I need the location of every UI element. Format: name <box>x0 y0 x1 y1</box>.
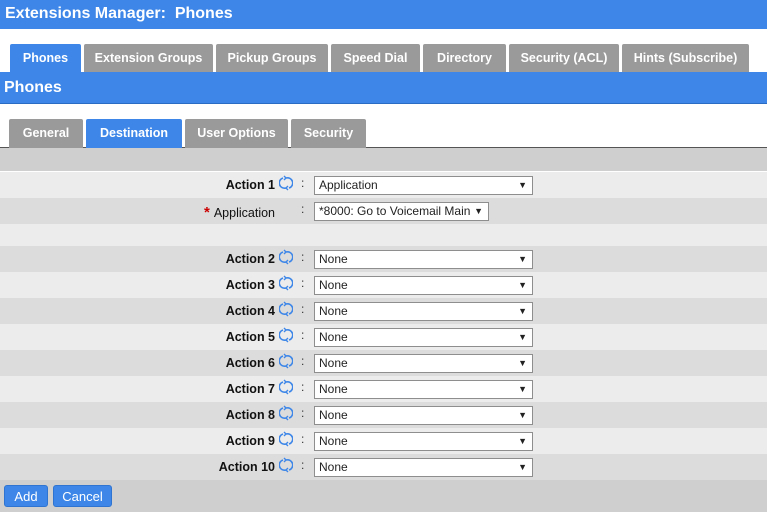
tab-general[interactable]: General <box>9 119 83 148</box>
select-value: None <box>319 304 348 318</box>
select-value: None <box>319 434 348 448</box>
select-value: Application <box>319 178 378 192</box>
action-select[interactable]: None ▼ <box>314 328 533 347</box>
dropdown-arrow-icon: ▼ <box>518 332 527 342</box>
action-select[interactable]: None ▼ <box>314 250 533 269</box>
section-title: Phones <box>0 72 767 104</box>
dropdown-arrow-icon: ▼ <box>518 384 527 394</box>
dropdown-arrow-icon: ▼ <box>518 180 527 190</box>
action-select[interactable]: None ▼ <box>314 354 533 373</box>
refresh-icon[interactable] <box>279 175 293 191</box>
action-label: Action 1 <box>225 178 275 192</box>
tab-extension-groups[interactable]: Extension Groups <box>84 44 213 72</box>
action-select[interactable]: None ▼ <box>314 302 533 321</box>
dropdown-arrow-icon: ▼ <box>518 410 527 420</box>
add-button[interactable]: Add <box>4 485 48 507</box>
action-label: Action 10 <box>218 460 275 474</box>
label-colon: : <box>301 406 305 420</box>
action-label: Action 6 <box>225 356 275 370</box>
refresh-icon[interactable] <box>279 405 293 421</box>
action-select[interactable]: None ▼ <box>314 432 533 451</box>
form-footer: Add Cancel <box>0 480 767 512</box>
application-label: * Application <box>204 204 275 221</box>
action-label: Action 4 <box>225 304 275 318</box>
refresh-icon[interactable] <box>279 249 293 265</box>
action-row: Action 2 : None ▼ <box>0 246 767 272</box>
dropdown-arrow-icon: ▼ <box>518 358 527 368</box>
dropdown-arrow-icon: ▼ <box>518 254 527 264</box>
refresh-icon[interactable] <box>279 327 293 343</box>
label-colon: : <box>301 202 305 216</box>
application-row: * Application : *8000: Go to Voicemail Ma… <box>0 198 767 224</box>
tab-security-acl[interactable]: Security (ACL) <box>509 44 619 72</box>
select-value: None <box>319 278 348 292</box>
action-row: Action 8 : None ▼ <box>0 402 767 428</box>
spacer-row <box>0 224 767 246</box>
tab-hints-subscribe[interactable]: Hints (Subscribe) <box>622 44 749 72</box>
action-row: Action 10 : None ▼ <box>0 454 767 480</box>
application-select[interactable]: *8000: Go to Voicemail Main ▼ <box>314 202 489 221</box>
label-colon: : <box>301 250 305 264</box>
action-row: Action 5 : None ▼ <box>0 324 767 350</box>
label-colon: : <box>301 176 305 190</box>
tab-speed-dial[interactable]: Speed Dial <box>331 44 420 72</box>
tab-security[interactable]: Security <box>291 119 366 148</box>
refresh-icon[interactable] <box>279 379 293 395</box>
dropdown-arrow-icon: ▼ <box>474 206 483 216</box>
action-row: Action 9 : None ▼ <box>0 428 767 454</box>
select-value: None <box>319 382 348 396</box>
action-label: Action 8 <box>225 408 275 422</box>
action-label: Action 9 <box>225 434 275 448</box>
form-header-spacer <box>0 148 767 171</box>
application-label-text: Application <box>213 206 275 220</box>
action-select[interactable]: None ▼ <box>314 276 533 295</box>
main-tab-bar: Phones Extension Groups Pickup Groups Sp… <box>0 29 767 72</box>
tab-pickup-groups[interactable]: Pickup Groups <box>216 44 328 72</box>
select-value: None <box>319 460 348 474</box>
action-select[interactable]: None ▼ <box>314 458 533 477</box>
select-value: *8000: Go to Voicemail Main <box>319 204 471 218</box>
dropdown-arrow-icon: ▼ <box>518 306 527 316</box>
label-colon: : <box>301 354 305 368</box>
dropdown-arrow-icon: ▼ <box>518 436 527 446</box>
sub-tab-bar: General Destination User Options Securit… <box>0 104 767 148</box>
action-label: Action 3 <box>225 278 275 292</box>
select-value: None <box>319 408 348 422</box>
select-value: None <box>319 252 348 266</box>
refresh-icon[interactable] <box>279 431 293 447</box>
refresh-icon[interactable] <box>279 301 293 317</box>
label-colon: : <box>301 276 305 290</box>
tab-destination[interactable]: Destination <box>86 119 182 148</box>
label-colon: : <box>301 432 305 446</box>
select-value: None <box>319 330 348 344</box>
select-value: None <box>319 356 348 370</box>
action-row: Action 3 : None ▼ <box>0 272 767 298</box>
action-label: Action 7 <box>225 382 275 396</box>
action-select[interactable]: Application ▼ <box>314 176 533 195</box>
cancel-button[interactable]: Cancel <box>53 485 112 507</box>
tab-directory[interactable]: Directory <box>423 44 506 72</box>
refresh-icon[interactable] <box>279 275 293 291</box>
dropdown-arrow-icon: ▼ <box>518 462 527 472</box>
action-label: Action 5 <box>225 330 275 344</box>
tab-user-options[interactable]: User Options <box>185 119 288 148</box>
action-row: Action 4 : None ▼ <box>0 298 767 324</box>
action-select[interactable]: None ▼ <box>314 380 533 399</box>
refresh-icon[interactable] <box>279 353 293 369</box>
action-row: Action 1 : Application ▼ <box>0 172 767 198</box>
tab-phones[interactable]: Phones <box>10 44 81 72</box>
label-colon: : <box>301 328 305 342</box>
dropdown-arrow-icon: ▼ <box>518 280 527 290</box>
action-row: Action 7 : None ▼ <box>0 376 767 402</box>
action-select[interactable]: None ▼ <box>314 406 533 425</box>
required-marker: * <box>204 204 210 221</box>
refresh-icon[interactable] <box>279 457 293 473</box>
label-colon: : <box>301 302 305 316</box>
action-row: Action 6 : None ▼ <box>0 350 767 376</box>
action-label: Action 2 <box>225 252 275 266</box>
label-colon: : <box>301 458 305 472</box>
window-title: Extensions Manager: Phones <box>0 0 767 29</box>
label-colon: : <box>301 380 305 394</box>
